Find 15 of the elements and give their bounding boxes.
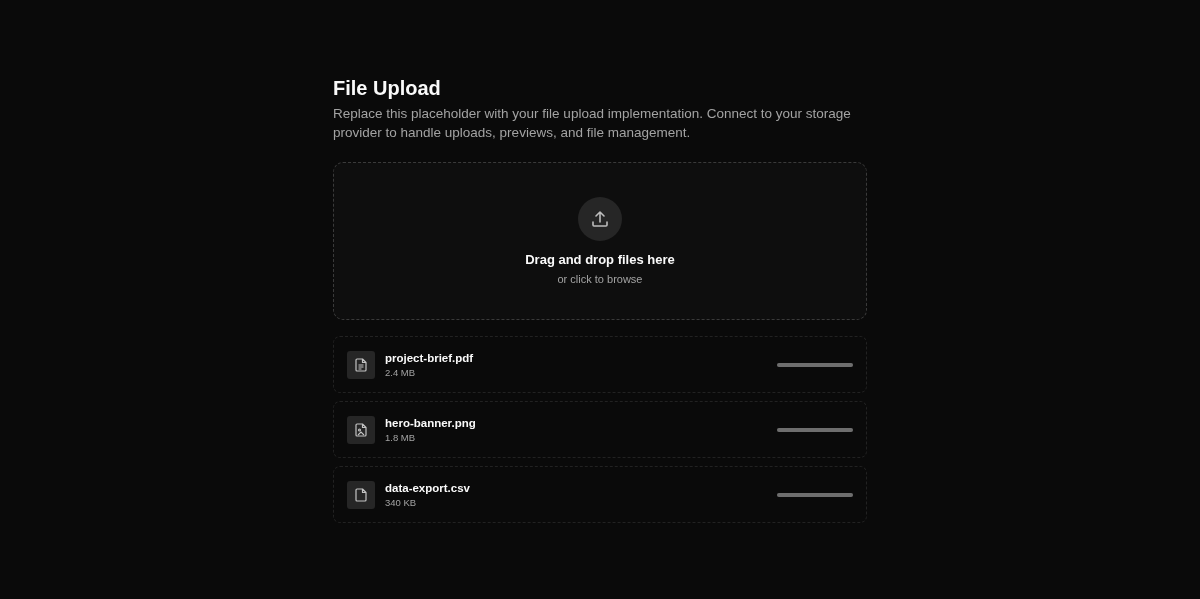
- dropzone-hint: or click to browse: [557, 273, 643, 285]
- upload-icon: [578, 197, 622, 241]
- file-name: project-brief.pdf: [385, 351, 475, 364]
- document-icon: [347, 350, 375, 379]
- file-name: hero-banner.png: [385, 416, 477, 429]
- file-size: 1.8 MB: [385, 431, 417, 443]
- page-title: File Upload: [333, 76, 442, 100]
- description: Replace this placeholder with your file upload implementation. Connect to your storage provider to handle uploads, previews, and file management.: [333, 105, 852, 142]
- file-name: data-export.csv: [385, 481, 471, 494]
- dropzone[interactable]: Drag and drop files here or click to browse: [333, 162, 867, 320]
- file-icon: [347, 480, 375, 509]
- image-file-icon: [347, 415, 375, 444]
- file-size: 2.4 MB: [385, 366, 417, 378]
- file-size: 340 KB: [385, 496, 418, 508]
- dropzone-heading: Drag and drop files here: [525, 252, 675, 267]
